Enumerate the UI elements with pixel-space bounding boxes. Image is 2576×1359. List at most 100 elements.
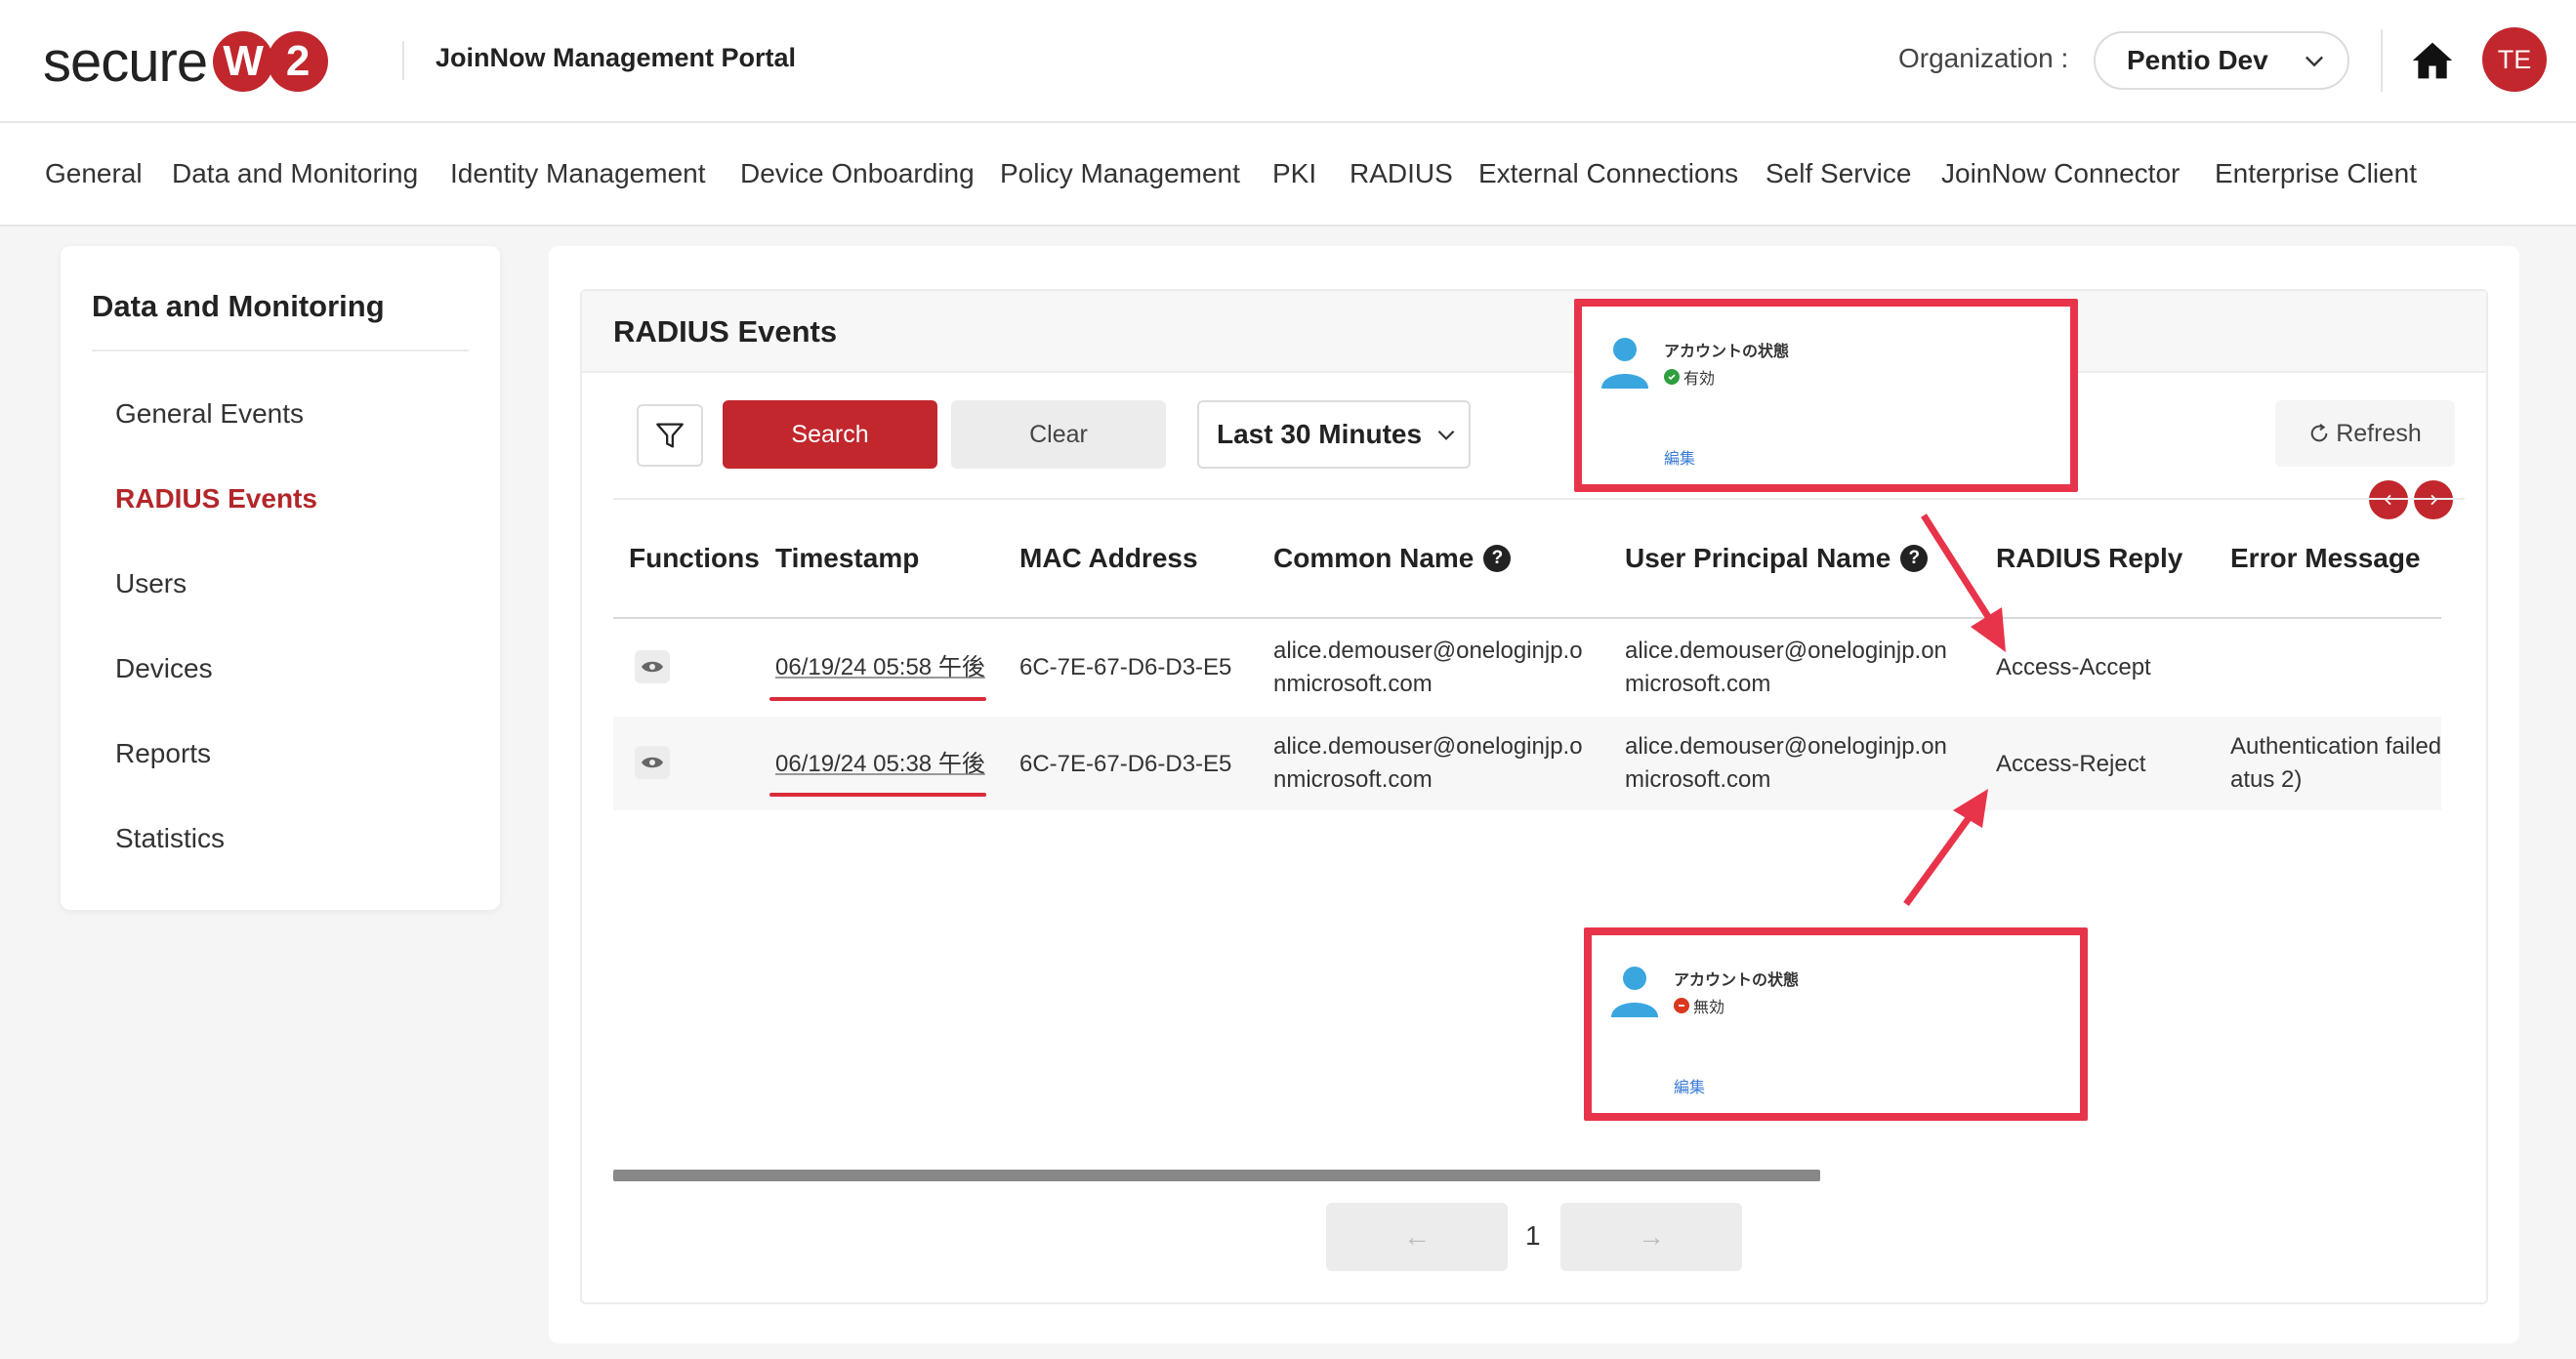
user-icon	[1611, 967, 1658, 1017]
refresh-icon	[2310, 424, 2328, 442]
time-range-select[interactable]: Last 30 Minutes	[1197, 400, 1471, 469]
radius-reply-cell: Access-Reject	[1996, 751, 2146, 777]
column-header-common-name-label: Common Name	[1273, 543, 1475, 573]
nav-item-identity-management[interactable]: Identity Management	[450, 158, 706, 189]
top-header: secure W 2 JoinNow Management Portal Org…	[0, 0, 2576, 123]
common-name-cell-line2: nmicrosoft.com	[1273, 766, 1433, 793]
edit-link[interactable]: 編集	[1664, 445, 1695, 469]
logo-badge-digit: 2	[268, 31, 329, 92]
view-event-button[interactable]	[635, 746, 670, 779]
upn-cell-line1: alice.demouser@oneloginjp.on	[1625, 733, 1947, 760]
column-header-mac-address[interactable]: MAC Address	[1019, 543, 1198, 574]
sidebar-item-devices[interactable]: Devices	[115, 653, 213, 684]
column-header-error-message[interactable]: Error Message	[2230, 543, 2421, 574]
sidebar-item-radius-events[interactable]: RADIUS Events	[115, 483, 317, 515]
help-icon[interactable]: ?	[1483, 545, 1512, 572]
nav-item-self-service[interactable]: Self Service	[1766, 158, 1911, 189]
timestamp-cell[interactable]: 06/19/24 05:38 午後	[775, 748, 985, 781]
help-icon[interactable]: ?	[1900, 545, 1929, 572]
arrow-left-icon: ←	[1403, 1221, 1431, 1252]
refresh-button[interactable]: Refresh	[2275, 400, 2455, 467]
filter-button[interactable]	[637, 404, 703, 467]
search-button[interactable]: Search	[723, 400, 937, 469]
column-header-radius-reply[interactable]: RADIUS Reply	[1996, 543, 2182, 574]
eye-icon	[642, 661, 663, 673]
chevron-left-icon	[2385, 494, 2391, 506]
table-header-divider	[613, 617, 2441, 619]
nav-item-device-onboarding[interactable]: Device Onboarding	[740, 158, 975, 189]
error-message-cell-line2: atus 2)	[2230, 766, 2303, 793]
header-divider	[2381, 29, 2383, 92]
nav-item-policy-management[interactable]: Policy Management	[1000, 158, 1240, 189]
panel-title: RADIUS Events	[613, 314, 838, 349]
panel-header: RADIUS Events	[582, 291, 2486, 373]
account-status-value: 無効	[1693, 1000, 1725, 1016]
next-page-button[interactable]: →	[1560, 1203, 1742, 1271]
main-content: RADIUS Events Search Clear Last 30 Minut…	[549, 246, 2519, 1343]
account-status-value: 有効	[1683, 371, 1716, 388]
sidebar-item-users[interactable]: Users	[115, 568, 187, 599]
error-message-cell-line1: Authentication failed	[2230, 733, 2441, 760]
main-nav: General Data and Monitoring Identity Man…	[0, 123, 2576, 226]
home-icon[interactable]	[2410, 39, 2455, 82]
column-header-upn-label: User Principal Name	[1625, 543, 1891, 573]
nav-item-pki[interactable]: PKI	[1272, 158, 1316, 189]
common-name-cell-line2: nmicrosoft.com	[1273, 671, 1433, 697]
common-name-cell-line1: alice.demouser@oneloginjp.o	[1273, 733, 1583, 760]
sidebar-item-general-events[interactable]: General Events	[115, 398, 304, 430]
view-event-button[interactable]	[635, 650, 670, 683]
scroll-left-button[interactable]	[2369, 480, 2408, 519]
nav-item-data-and-monitoring[interactable]: Data and Monitoring	[172, 158, 418, 189]
scroll-right-button[interactable]	[2414, 480, 2453, 519]
mac-address-cell: 6C-7E-67-D6-D3-E5	[1019, 654, 1232, 680]
timestamp-cell[interactable]: 06/19/24 05:58 午後	[775, 651, 985, 684]
nav-item-radius[interactable]: RADIUS	[1350, 158, 1453, 189]
nav-item-general[interactable]: General	[45, 158, 143, 189]
nav-item-joinnow-connector[interactable]: JoinNow Connector	[1941, 158, 2180, 189]
chevron-down-icon	[2306, 56, 2323, 67]
account-status-label: アカウントの状態	[1674, 972, 1800, 989]
sidebar-title: Data and Monitoring	[92, 289, 385, 323]
organization-value: Pentio Dev	[2127, 45, 2268, 75]
column-header-timestamp[interactable]: Timestamp	[775, 543, 919, 574]
header-divider	[402, 41, 404, 80]
eye-icon	[642, 757, 663, 768]
mac-address-cell: 6C-7E-67-D6-D3-E5	[1019, 751, 1232, 777]
securew2-logo[interactable]: secure W 2	[43, 27, 329, 96]
upn-cell-line2: microsoft.com	[1625, 766, 1771, 793]
chevron-down-icon	[1437, 430, 1455, 440]
column-header-common-name[interactable]: Common Name ?	[1273, 543, 1512, 574]
minus-circle-icon	[1674, 998, 1689, 1013]
column-header-user-principal-name[interactable]: User Principal Name ?	[1625, 543, 1929, 574]
account-status: 無効	[1674, 994, 1724, 1017]
sidebar-divider	[92, 350, 469, 351]
horizontal-scrollbar[interactable]	[613, 1170, 1820, 1181]
sidebar-item-statistics[interactable]: Statistics	[115, 823, 225, 854]
account-status-enabled-callout: アカウントの状態 有効 編集	[1574, 299, 2078, 492]
organization-label: Organization :	[1898, 43, 2069, 73]
account-status: 有効	[1664, 365, 1715, 389]
current-page-number: 1	[1525, 1220, 1541, 1251]
avatar[interactable]: TE	[2482, 27, 2547, 92]
organization-select[interactable]: Pentio Dev	[2094, 31, 2349, 90]
column-header-functions: Functions	[629, 543, 760, 573]
upn-cell-line2: microsoft.com	[1625, 671, 1771, 697]
radius-reply-cell: Access-Accept	[1996, 654, 2151, 680]
annotation-underline	[769, 793, 986, 797]
common-name-cell-line1: alice.demouser@oneloginjp.o	[1273, 638, 1583, 664]
previous-page-button[interactable]: ←	[1326, 1203, 1508, 1271]
time-range-value: Last 30 Minutes	[1217, 419, 1423, 449]
check-circle-icon	[1664, 369, 1680, 385]
edit-link[interactable]: 編集	[1674, 1074, 1705, 1097]
logo-badge-letter: W	[213, 31, 274, 92]
annotation-underline	[769, 697, 986, 701]
filter-icon	[656, 423, 684, 448]
clear-button[interactable]: Clear	[951, 400, 1166, 469]
sidebar-item-reports[interactable]: Reports	[115, 738, 211, 769]
nav-item-enterprise-client[interactable]: Enterprise Client	[2215, 158, 2417, 189]
nav-item-external-connections[interactable]: External Connections	[1478, 158, 1738, 189]
radius-events-panel: RADIUS Events Search Clear Last 30 Minut…	[580, 289, 2488, 1304]
upn-cell-line1: alice.demouser@oneloginjp.on	[1625, 638, 1947, 664]
user-icon	[1601, 338, 1648, 389]
chevron-right-icon	[2431, 494, 2437, 506]
